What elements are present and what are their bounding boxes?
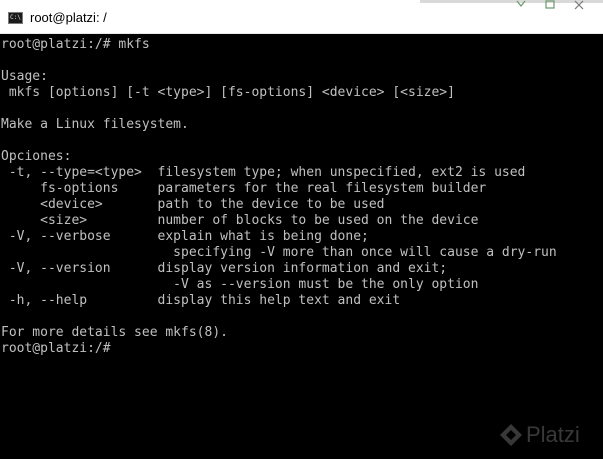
console-line: Opciones:	[1, 149, 72, 164]
console-line: <size> number of blocks to be used on th…	[1, 213, 479, 228]
console-line: specifying -V more than once will cause …	[1, 245, 557, 260]
platzi-watermark: Platzi	[498, 420, 598, 450]
console-line: -h, --help display this help text and ex…	[1, 293, 401, 308]
console-line: <device> path to the device to be used	[1, 197, 385, 212]
console-line: -V as --version must be the only option	[1, 277, 479, 292]
console-line: root@platzi:/# mkfs	[1, 37, 150, 52]
terminal-window: C:\ root@platzi: / root@platzi:/# mkfs Us…	[0, 0, 603, 459]
console-output[interactable]: root@platzi:/# mkfs Usage: mkfs [options]…	[0, 34, 603, 459]
console-line: -t, --type=<type> filesystem type; when …	[1, 165, 526, 180]
console-line: For more details see mkfs(8).	[1, 325, 228, 340]
title-bar[interactable]: C:\ root@platzi: /	[0, 0, 603, 34]
console-line: -V, --version display version informatio…	[1, 261, 448, 276]
maximize-icon	[545, 0, 555, 9]
console-line: fs-options parameters for the real files…	[1, 181, 487, 196]
platzi-logo-icon	[500, 424, 522, 446]
close-button[interactable]	[568, 0, 590, 18]
console-line: mkfs [options] [-t <type>] [fs-options] …	[1, 85, 455, 100]
console-line: Make a Linux filesystem.	[1, 117, 189, 132]
console-line: Usage:	[1, 69, 48, 84]
close-icon	[574, 0, 584, 10]
window-title: root@platzi: /	[30, 10, 107, 25]
console-line: root@platzi:/#	[1, 341, 119, 356]
minimize-button[interactable]	[510, 0, 532, 18]
console-line: -V, --verbose explain what is being done…	[1, 229, 369, 244]
watermark-text: Platzi	[526, 422, 580, 447]
minimize-icon	[516, 0, 526, 7]
console-icon[interactable]: C:\	[8, 12, 23, 24]
maximize-button[interactable]	[539, 0, 561, 18]
